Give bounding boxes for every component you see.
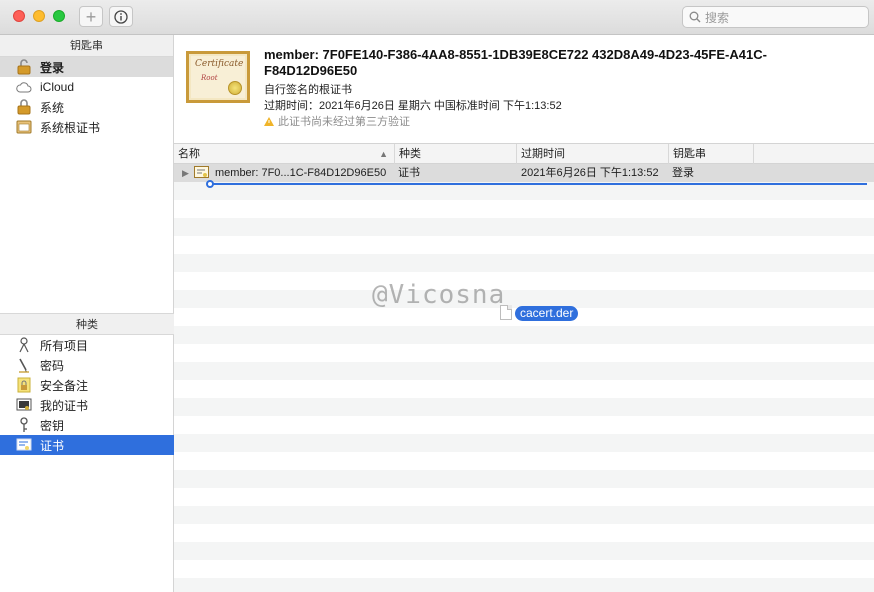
certificate-badge-sub: Root xyxy=(201,74,218,82)
sort-ascending-icon: ▲ xyxy=(379,149,388,159)
sidebar-item-label: 密钥 xyxy=(40,418,65,433)
cell-kind: 证书 xyxy=(398,167,420,179)
table-row-empty xyxy=(174,542,874,560)
certificate-badge-title: Certificate xyxy=(195,59,244,69)
watermark-text: @Vicosna xyxy=(372,280,506,310)
minimize-window-button[interactable] xyxy=(33,10,45,22)
certificate-name: member: 7F0FE140-F386-4AA8-8551-1DB39E8C… xyxy=(264,47,767,78)
certificate-type: 自行签名的根证书 xyxy=(264,84,352,96)
key-icon xyxy=(16,417,32,433)
seal-icon xyxy=(228,81,242,95)
table-row-empty xyxy=(174,218,874,236)
column-header-name[interactable]: 名称 ▲ xyxy=(174,144,395,164)
table-row-empty xyxy=(174,344,874,362)
dragged-file-icon xyxy=(500,305,512,320)
column-header-expires[interactable]: 过期时间 xyxy=(517,144,669,164)
sidebar-item-icloud[interactable]: iCloud xyxy=(0,77,173,97)
table-row-empty xyxy=(174,578,874,592)
table-row-empty xyxy=(174,326,874,344)
table-body: ▶ member: 7F0...1C-F84D12D96E50 证书 2021年… xyxy=(174,164,874,592)
sidebar-item-my-certificates[interactable]: 我的证书 xyxy=(0,395,174,415)
sidebar-item-label: 证书 xyxy=(40,438,65,453)
warning-text: 此证书尚未经过第三方验证 xyxy=(278,116,410,128)
table-header: 名称 ▲ 种类 过期时间 钥匙串 xyxy=(174,144,874,164)
column-header-keychain[interactable]: 钥匙串 xyxy=(669,144,754,164)
table-row-empty xyxy=(174,272,874,290)
drop-indicator-dot xyxy=(206,180,214,188)
sidebar-item-label: 安全备注 xyxy=(40,378,89,393)
sidebar: 钥匙串 登录 iCloud 系统 系统根证书 种类 所有项目 密码 安全备注 我… xyxy=(0,35,174,592)
table-row-empty xyxy=(174,488,874,506)
sidebar-item-label: 系统根证书 xyxy=(40,120,101,135)
table-row-empty xyxy=(174,380,874,398)
certificate-detail: Certificate Root member: 7F0FE140-F386-4… xyxy=(174,35,874,144)
sidebar-item-keys[interactable]: 密钥 xyxy=(0,415,174,435)
my-certificate-icon xyxy=(16,397,32,413)
sidebar-item-label: 登录 xyxy=(40,60,65,75)
sidebar-item-system[interactable]: 系统 xyxy=(0,97,173,117)
certificate-expiry: 过期时间：2021年6月26日 星期六 中国标准时间 下午1:13:52 xyxy=(264,100,562,112)
locked-padlock-icon xyxy=(16,99,32,115)
get-info-button[interactable] xyxy=(109,6,133,27)
dragged-file-label: cacert.der xyxy=(515,306,579,321)
keys-icon xyxy=(16,337,32,353)
table-row-empty xyxy=(174,236,874,254)
sidebar-item-label: 我的证书 xyxy=(40,398,89,413)
sidebar-item-label: 密码 xyxy=(40,358,65,373)
search-icon xyxy=(689,11,701,23)
toolbar: + 搜索 xyxy=(0,0,874,35)
category-header: 种类 xyxy=(0,313,174,335)
sidebar-item-label: iCloud xyxy=(40,80,75,94)
search-field[interactable]: 搜索 xyxy=(682,6,869,28)
category-section: 种类 所有项目 密码 安全备注 我的证书 密钥 证书 xyxy=(0,313,174,455)
sidebar-item-certificates[interactable]: 证书 xyxy=(0,435,174,455)
certificate-small-icon xyxy=(194,166,209,180)
sidebar-item-login[interactable]: 登录 xyxy=(0,57,173,77)
unlocked-padlock-icon xyxy=(16,59,32,75)
table-row-empty xyxy=(174,434,874,452)
cloud-icon xyxy=(16,79,32,95)
plus-icon: + xyxy=(85,6,97,27)
sidebar-item-secure-notes[interactable]: 安全备注 xyxy=(0,375,174,395)
cell-keychain: 登录 xyxy=(672,167,694,179)
certificate-large-icon: Certificate Root xyxy=(186,51,250,103)
info-icon xyxy=(114,9,128,24)
close-window-button[interactable] xyxy=(13,10,25,22)
pencil-icon xyxy=(16,357,32,373)
keychain-access-window: + 搜索 钥匙串 登录 iCloud 系统 系统根证书 种类 所有项目 密码 安… xyxy=(0,0,874,592)
sidebar-item-label: 系统 xyxy=(40,100,65,115)
drop-indicator-line xyxy=(210,183,867,185)
table-row-empty xyxy=(174,416,874,434)
column-header-kind[interactable]: 种类 xyxy=(395,144,517,164)
table-row-empty xyxy=(174,506,874,524)
zoom-window-button[interactable] xyxy=(53,10,65,22)
certificate-warning: 此证书尚未经过第三方验证 xyxy=(264,113,410,129)
secure-note-icon xyxy=(16,377,32,393)
table-row-empty xyxy=(174,362,874,380)
sidebar-item-passwords[interactable]: 密码 xyxy=(0,355,174,375)
sidebar-item-system-roots[interactable]: 系统根证书 xyxy=(0,117,173,137)
search-placeholder: 搜索 xyxy=(705,10,730,25)
items-table: 名称 ▲ 种类 过期时间 钥匙串 ▶ member: 7F0...1C-F84D… xyxy=(174,144,874,592)
disclosure-triangle-icon[interactable]: ▶ xyxy=(182,164,189,182)
table-row[interactable]: ▶ member: 7F0...1C-F84D12D96E50 证书 2021年… xyxy=(174,164,874,182)
table-row-empty xyxy=(174,560,874,578)
table-row-empty xyxy=(174,524,874,542)
add-item-button[interactable]: + xyxy=(79,6,103,27)
certificate-icon xyxy=(16,437,32,453)
warning-icon xyxy=(264,116,274,126)
cabinet-icon xyxy=(16,119,32,135)
table-row-empty xyxy=(174,200,874,218)
cell-expires: 2021年6月26日 下午1:13:52 xyxy=(521,167,659,179)
table-row-empty xyxy=(174,254,874,272)
sidebar-item-label: 所有项目 xyxy=(40,338,89,353)
table-row-empty xyxy=(174,398,874,416)
keychains-header: 钥匙串 xyxy=(0,35,173,57)
cell-name: member: 7F0...1C-F84D12D96E50 xyxy=(215,167,387,179)
table-row-empty xyxy=(174,470,874,488)
table-row-empty xyxy=(174,452,874,470)
sidebar-item-all-items[interactable]: 所有项目 xyxy=(0,335,174,355)
